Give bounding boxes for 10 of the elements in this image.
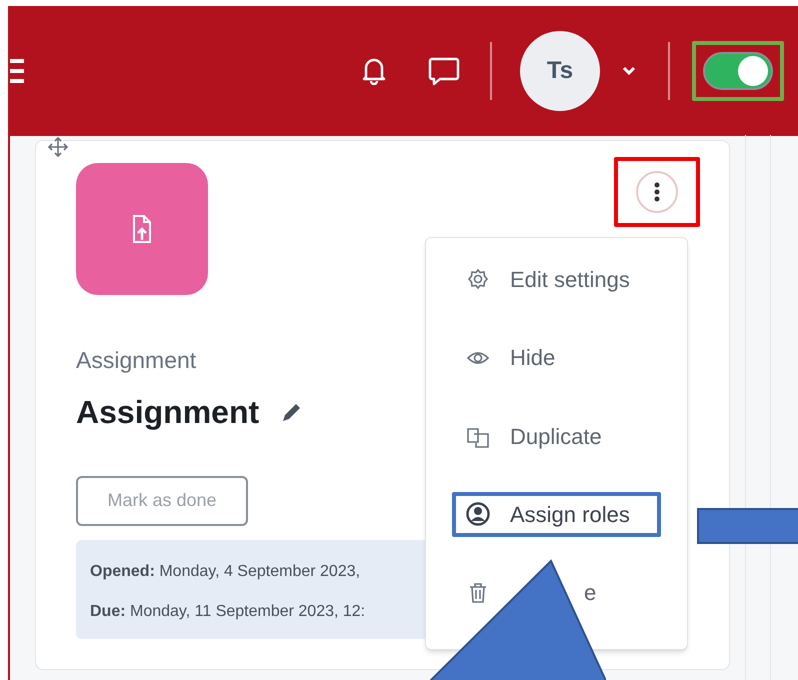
date-text: Opened: Monday, 4 September 2023, — [90, 562, 362, 582]
date-text: Due: Monday, 11 September 2023, 12: — [90, 602, 366, 622]
menu-item[interactable]: Edit settings — [456, 262, 630, 296]
menu-item[interactable]: Hide — [456, 341, 556, 374]
menu-item-label[interactable]: e — [584, 576, 596, 610]
activity-title: Assignment — [76, 392, 260, 432]
menu-item[interactable]: Duplicate — [456, 420, 602, 453]
menu-item[interactable]: Assign roles — [456, 498, 630, 531]
user-avatar[interactable]: Ts — [520, 31, 600, 111]
activity-type-label: Assignment — [76, 346, 196, 375]
